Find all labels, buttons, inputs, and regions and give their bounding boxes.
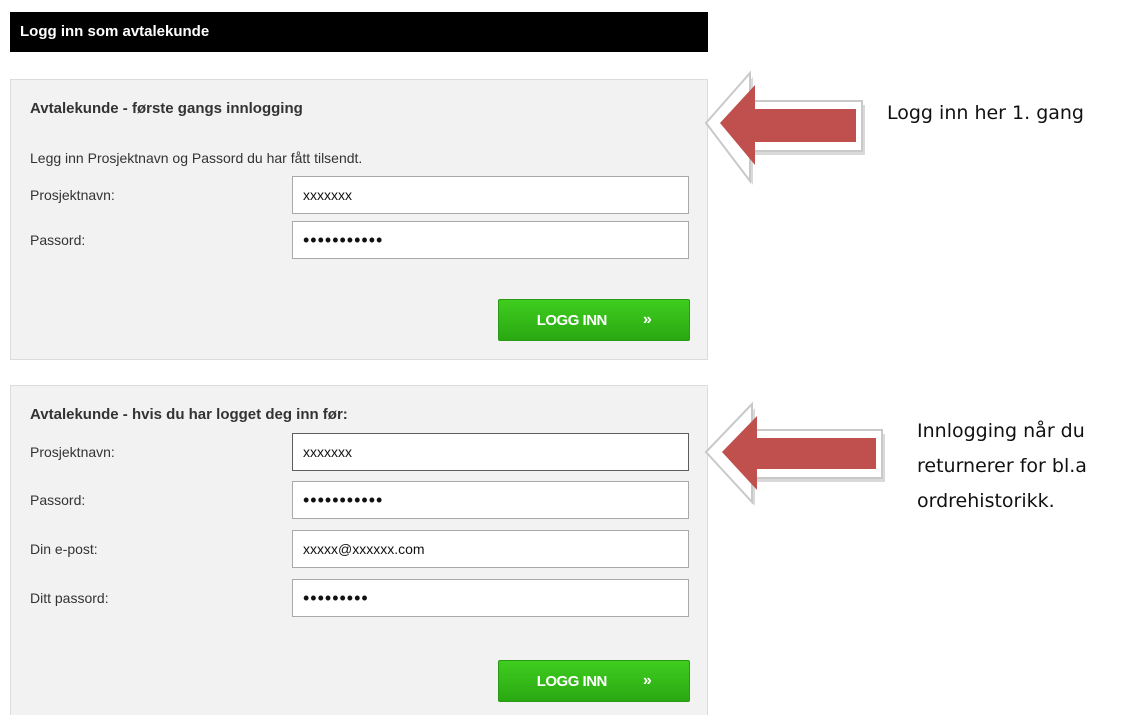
first-login-title: Avtalekunde - første gangs innlogging (30, 100, 303, 117)
double-chevron-right-icon: » (642, 672, 652, 689)
project-name-label: Prosjektnavn: (30, 444, 115, 460)
project-name-input[interactable] (292, 176, 689, 214)
returning-annotation-line-1: Innlogging når du (917, 420, 1085, 442)
email-input[interactable] (292, 530, 689, 568)
login-button-label: LOGG INN (536, 311, 608, 329)
first-login-button[interactable]: LOGG INN » (498, 299, 690, 341)
page-title: Logg inn som avtalekunde (20, 23, 210, 40)
left-arrow-icon (704, 401, 885, 506)
page-header: Logg inn som avtalekunde (10, 12, 708, 52)
user-password-label: Ditt passord: (30, 590, 109, 606)
first-login-description: Legg inn Prosjektnavn og Passord du har … (30, 150, 363, 166)
returning-login-panel: Avtalekunde - hvis du har logget deg inn… (10, 385, 708, 715)
returning-annotation-line-2: returnerer for bl.a (917, 455, 1087, 477)
password-input[interactable] (292, 221, 689, 259)
login-button-label: LOGG INN (536, 672, 608, 690)
first-login-panel: Avtalekunde - første gangs innlogging Le… (10, 79, 708, 360)
left-arrow-icon (704, 70, 865, 185)
returning-login-button[interactable]: LOGG INN » (498, 660, 690, 702)
password-input[interactable] (292, 481, 689, 519)
double-chevron-right-icon: » (642, 311, 652, 328)
project-name-input[interactable] (292, 433, 689, 471)
returning-login-title: Avtalekunde - hvis du har logget deg inn… (30, 406, 348, 423)
password-label: Passord: (30, 232, 86, 248)
first-login-annotation: Logg inn her 1. gang (887, 102, 1084, 124)
password-label: Passord: (30, 492, 86, 508)
user-password-input[interactable] (292, 579, 689, 617)
returning-annotation-line-3: ordrehistorikk. (917, 490, 1055, 512)
project-name-label: Prosjektnavn: (30, 187, 115, 203)
email-label: Din e-post: (30, 541, 98, 557)
